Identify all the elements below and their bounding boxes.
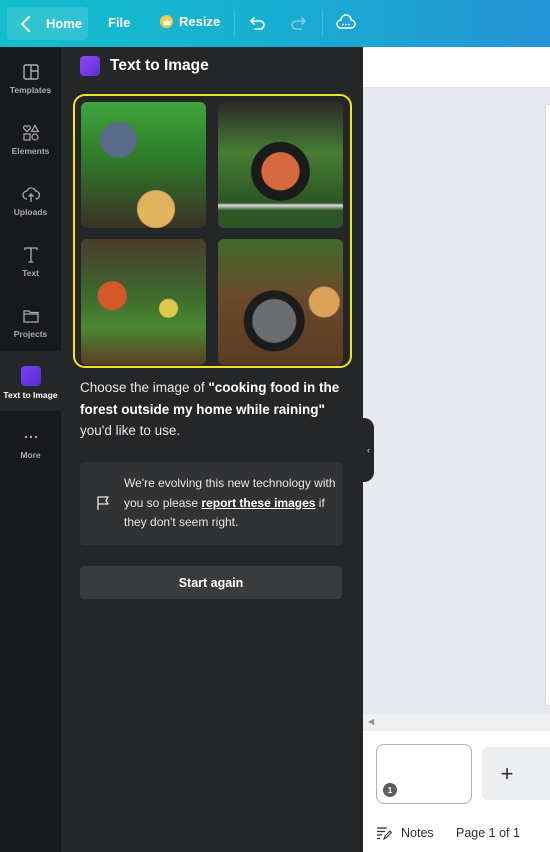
horizontal-scrollbar[interactable]: ◀ <box>363 714 550 731</box>
generated-image-4[interactable] <box>218 239 343 365</box>
sidebar-item-text-to-image[interactable]: Text to Image <box>0 351 61 411</box>
chevron-left-icon: ‹ <box>367 445 370 455</box>
sidebar-item-templates[interactable]: Templates <box>0 47 61 107</box>
scroll-left-icon[interactable]: ◀ <box>368 717 374 726</box>
sidebar-item-label: More <box>20 450 41 460</box>
elements-icon <box>22 124 40 141</box>
feedback-notice: We're evolving this new technology with … <box>80 462 342 545</box>
report-images-link[interactable]: report these images <box>201 496 315 510</box>
plus-icon: + <box>500 760 514 786</box>
notes-label: Notes <box>401 826 434 840</box>
top-bar: Home File Resize <box>0 0 550 47</box>
text-to-image-panel: Text to Image Choose the image of "cooki… <box>61 47 363 852</box>
sidebar-item-projects[interactable]: Projects <box>0 291 61 351</box>
design-page[interactable] <box>546 105 550 705</box>
start-again-button[interactable]: Start again <box>80 566 342 599</box>
file-menu-button[interactable]: File <box>108 15 130 30</box>
home-label: Home <box>46 16 83 31</box>
crown-icon <box>160 15 173 28</box>
undo-icon[interactable] <box>248 13 268 33</box>
sidebar-item-uploads[interactable]: Uploads <box>0 169 61 229</box>
generated-image-3[interactable] <box>81 239 206 365</box>
notes-button[interactable]: Notes <box>376 826 434 840</box>
templates-icon <box>22 64 39 80</box>
sidebar-item-more[interactable]: More <box>0 412 61 472</box>
notes-icon <box>377 827 392 840</box>
sidebar-item-label: Elements <box>11 146 50 156</box>
text-to-image-icon <box>80 56 100 76</box>
resize-label: Resize <box>179 14 221 29</box>
sidebar: Templates Elements Uploads Text Projects… <box>0 47 61 852</box>
generated-image-2[interactable] <box>218 102 343 228</box>
divider <box>322 10 323 37</box>
text-icon <box>23 247 38 263</box>
generated-image-1[interactable] <box>81 102 206 228</box>
sidebar-item-label: Projects <box>13 329 48 339</box>
flag-icon <box>97 496 109 510</box>
editor-canvas-area: ◀ 1 + Notes Page 1 of 1 <box>363 47 550 852</box>
cloud-sync-icon[interactable] <box>336 13 356 33</box>
chevron-left-icon <box>20 15 30 32</box>
page-navigator: 1 + Notes Page 1 of 1 <box>363 731 550 852</box>
sidebar-item-label: Templates <box>9 85 52 95</box>
folder-icon <box>22 310 39 323</box>
page-number-badge: 1 <box>383 783 397 797</box>
upload-cloud-icon <box>21 187 40 202</box>
choose-image-description: Choose the image of "cooking food in the… <box>80 380 340 438</box>
sidebar-item-text[interactable]: Text <box>0 230 61 290</box>
more-dots-icon <box>24 435 37 439</box>
panel-header: Text to Image <box>80 56 209 76</box>
home-button[interactable]: Home <box>7 7 88 40</box>
sidebar-item-label: Text to Image <box>3 390 58 400</box>
canvas-toolbar-strip <box>363 47 550 88</box>
redo-icon[interactable] <box>288 13 308 33</box>
notice-text: We're evolving this new technology with … <box>124 476 336 529</box>
add-page-button[interactable]: + <box>482 747 550 800</box>
page-indicator: Page 1 of 1 <box>456 826 520 840</box>
collapse-panel-handle[interactable]: ‹ <box>363 418 374 482</box>
divider <box>234 10 235 37</box>
text-to-image-icon <box>20 366 41 386</box>
sidebar-item-label: Text <box>22 268 39 278</box>
image-results-grid <box>73 94 352 368</box>
sidebar-item-elements[interactable]: Elements <box>0 108 61 168</box>
panel-title: Text to Image <box>110 57 209 74</box>
resize-button[interactable]: Resize <box>160 14 220 29</box>
sidebar-item-label: Uploads <box>13 207 48 217</box>
page-thumbnail[interactable]: 1 <box>376 744 472 804</box>
